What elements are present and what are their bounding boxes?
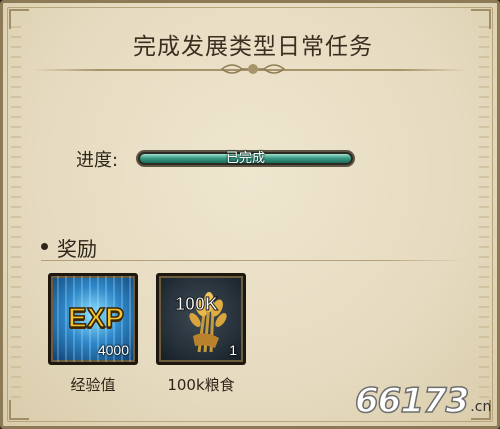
rewards-heading: 奖励	[57, 237, 97, 261]
corner-ornament	[9, 9, 29, 29]
reward-item-exp[interactable]: EXP 4000	[48, 273, 138, 365]
dialog-title: 完成发展类型日常任务	[133, 34, 373, 60]
border-pattern-left	[11, 23, 21, 406]
corner-ornament	[9, 400, 29, 420]
bullet-icon	[41, 243, 48, 250]
border-pattern-right	[479, 23, 489, 406]
reward-slot: 100K 1	[156, 273, 246, 365]
grain-amount-badge: 100K	[174, 294, 219, 315]
reward-count: 1	[229, 342, 237, 358]
reward-name-grain: 100k粮食	[167, 376, 235, 394]
task-dialog: 完成发展类型日常任务 进度: 已完成 奖励 EXP 4000 经验值 100K …	[0, 0, 500, 429]
title-ornament-icon	[220, 64, 286, 74]
exp-icon: EXP	[67, 301, 125, 334]
progress-status: 已完成	[225, 151, 265, 166]
reward-name-exp: 经验值	[70, 376, 116, 394]
reward-item-grain[interactable]: 100K 1	[156, 273, 246, 365]
corner-ornament	[471, 9, 491, 29]
progress-label: 进度:	[76, 150, 119, 171]
reward-slot: EXP 4000	[48, 273, 138, 365]
reward-count: 4000	[97, 342, 129, 358]
rewards-divider	[41, 260, 467, 261]
site-watermark: 66173 .cn	[354, 380, 492, 422]
